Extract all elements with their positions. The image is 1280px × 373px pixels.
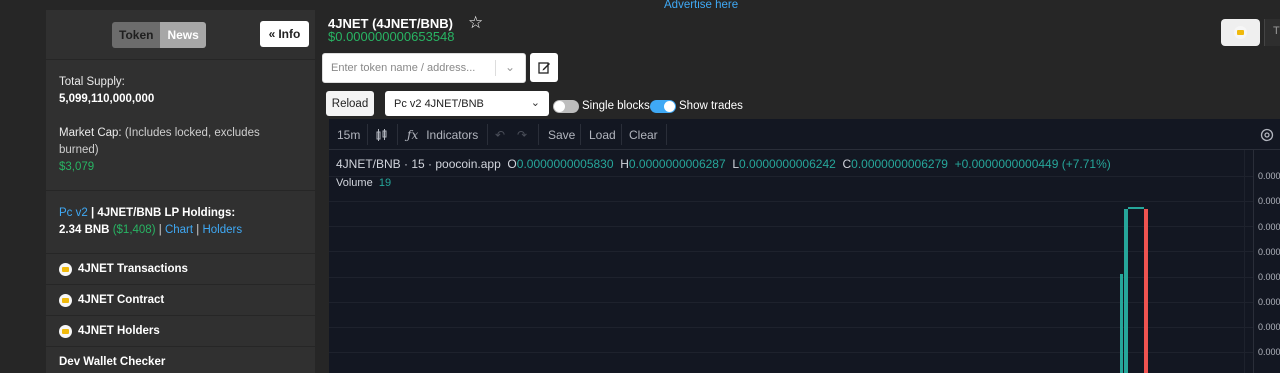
price-axis-label: 0.000 bbox=[1258, 297, 1280, 307]
single-blocks-toggle[interactable] bbox=[553, 100, 579, 113]
candle-down bbox=[1144, 209, 1148, 373]
total-supply-value: 5,099,110,000,000 bbox=[59, 93, 155, 105]
legend-low: 0.0000000006242 bbox=[739, 157, 836, 171]
function-icon: ƒx bbox=[407, 127, 419, 142]
search-divider bbox=[495, 60, 496, 76]
redo-icon[interactable]: ↷ bbox=[517, 119, 527, 150]
price-axis-label: 0.000 bbox=[1258, 222, 1280, 232]
bnb-coin-icon bbox=[59, 262, 72, 276]
show-trades-toggle[interactable] bbox=[650, 100, 676, 113]
price-axis-label: 0.000 bbox=[1258, 272, 1280, 282]
chevron-down-icon[interactable]: ⌄ bbox=[505, 60, 515, 74]
sidebar-item-label: 4JNET Contract bbox=[78, 294, 165, 306]
undo-icon[interactable]: ↶ bbox=[495, 119, 505, 150]
lp-version-link[interactable]: Pc v2 bbox=[59, 207, 88, 219]
info-button[interactable]: « Info bbox=[260, 21, 309, 47]
sidebar-item-dev-wallet-checker[interactable]: Dev Wallet Checker bbox=[46, 347, 315, 373]
price-axis-label: 0.000 bbox=[1258, 196, 1280, 206]
advertise-link[interactable]: Advertise here bbox=[664, 0, 738, 11]
star-icon[interactable]: ☆ bbox=[468, 13, 483, 33]
sidebar-item-label: 4JNET Transactions bbox=[78, 263, 188, 275]
chart-legend: 4JNET/BNB · 15 · poocoin.app O0.00000000… bbox=[336, 157, 1111, 171]
total-supply-block: Total Supply: 5,099,110,000,000 Market C… bbox=[46, 60, 315, 191]
info-button-label: Info bbox=[278, 27, 301, 41]
price-chart[interactable]: 15m ƒx Indicators ↶ ↷ Save Load Clear 4J… bbox=[329, 119, 1280, 373]
sidebar-header: Token News « Info bbox=[46, 10, 315, 60]
sidebar-item-transactions[interactable]: 4JNET Transactions bbox=[46, 254, 315, 285]
reload-button[interactable]: Reload bbox=[326, 91, 374, 116]
theme-button[interactable]: Th bbox=[1264, 19, 1280, 46]
price-axis: 0.000 0.000 0.000 0.000 0.000 0.000 0.00… bbox=[1253, 150, 1280, 373]
candle-up bbox=[1120, 274, 1123, 373]
candle-style-icon[interactable] bbox=[375, 119, 389, 150]
indicators-button[interactable]: ƒx Indicators bbox=[407, 119, 478, 150]
bnb-coin-icon bbox=[1234, 26, 1247, 39]
legend-close: 0.0000000006279 bbox=[851, 157, 948, 171]
lp-holdings-block: Pc v2 | 4JNET/BNB LP Holdings: 2.34 BNB … bbox=[46, 191, 315, 254]
pair-select-value: Pc v2 4JNET/BNB bbox=[394, 97, 484, 110]
price-axis-label: 0.000 bbox=[1258, 171, 1280, 181]
legend-high: 0.0000000006287 bbox=[628, 157, 726, 171]
lp-holdings-label: | 4JNET/BNB LP Holdings: bbox=[90, 207, 236, 219]
tab-news[interactable]: News bbox=[160, 22, 206, 48]
legend-symbol: 4JNET/BNB · 15 · poocoin.app bbox=[336, 157, 501, 171]
edit-icon bbox=[537, 62, 550, 74]
sidebar-item-contract[interactable]: 4JNET Contract bbox=[46, 285, 315, 316]
chevron-down-icon: ⌄ bbox=[530, 97, 540, 109]
search-input[interactable] bbox=[323, 54, 493, 82]
legend-open: 0.0000000005830 bbox=[516, 157, 614, 171]
token-price: $0.000000000653548 bbox=[328, 29, 455, 44]
single-blocks-label: Single blocks bbox=[582, 100, 650, 112]
price-axis-label: 0.000 bbox=[1258, 322, 1280, 332]
candle-up bbox=[1124, 209, 1128, 373]
market-cap-label: Market Cap: bbox=[59, 127, 122, 139]
chart-toolbar: 15m ƒx Indicators ↶ ↷ Save Load Clear bbox=[329, 119, 1280, 150]
token-search: ⌄ bbox=[322, 53, 526, 83]
indicators-label: Indicators bbox=[426, 127, 479, 142]
show-trades-label: Show trades bbox=[679, 100, 743, 112]
total-supply-label: Total Supply: bbox=[59, 76, 125, 88]
pair-select[interactable]: Pc v2 4JNET/BNB ⌄ bbox=[385, 91, 549, 116]
volume-label: Volume bbox=[336, 177, 373, 189]
sidebar-item-label: 4JNET Holders bbox=[78, 325, 160, 337]
price-axis-label: 0.000 bbox=[1258, 347, 1280, 357]
double-chevron-left-icon: « bbox=[268, 27, 276, 41]
bnb-wallet-button[interactable] bbox=[1221, 19, 1260, 46]
interval-button[interactable]: 15m bbox=[337, 119, 360, 150]
lp-chart-link[interactable]: Chart bbox=[165, 224, 193, 236]
sidebar-item-label: Dev Wallet Checker bbox=[59, 356, 166, 368]
legend-change: +0.0000000000449 (+7.71%) bbox=[954, 157, 1111, 171]
volume-value: 19 bbox=[378, 177, 392, 189]
clear-button[interactable]: Clear bbox=[629, 119, 658, 150]
settings-gear-icon[interactable] bbox=[1259, 119, 1275, 150]
trade-marker bbox=[1128, 207, 1144, 209]
edit-button[interactable] bbox=[530, 53, 558, 82]
lp-amount: 2.34 BNB bbox=[59, 224, 110, 236]
lp-usd-value: ($1,408) bbox=[112, 224, 156, 236]
bnb-coin-icon bbox=[59, 324, 72, 338]
bnb-coin-icon bbox=[59, 293, 72, 307]
load-button[interactable]: Load bbox=[589, 119, 616, 150]
tab-token[interactable]: Token bbox=[112, 22, 161, 48]
price-axis-label: 0.000 bbox=[1258, 247, 1280, 257]
lp-holders-link[interactable]: Holders bbox=[202, 224, 242, 236]
token-news-toggle: Token News bbox=[112, 22, 206, 48]
sidebar-item-holders[interactable]: 4JNET Holders bbox=[46, 316, 315, 347]
token-sidebar: Token News « Info Total Supply: 5,099,11… bbox=[46, 10, 315, 373]
volume-legend: Volume 19 bbox=[336, 177, 391, 189]
market-cap-value: $3,079 bbox=[59, 161, 95, 173]
save-button[interactable]: Save bbox=[548, 119, 575, 150]
